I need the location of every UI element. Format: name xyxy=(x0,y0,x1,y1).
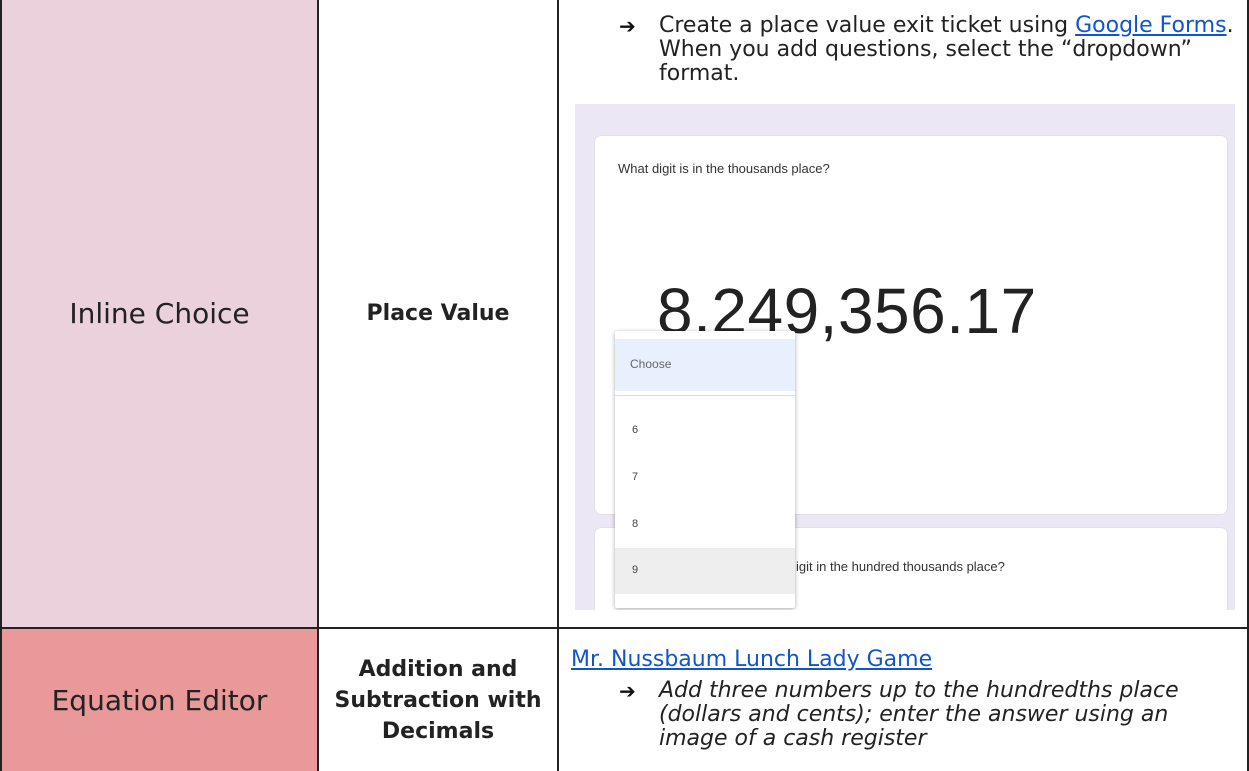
bullet-item: ➔ Create a place value exit ticket using… xyxy=(619,14,1239,86)
question-text-2: igit in the hundred thousands place? xyxy=(796,559,1005,574)
arrow-icon: ➔ xyxy=(619,14,636,38)
cell-description-equation-editor: Mr. Nussbaum Lunch Lady Game ➔ Add three… xyxy=(559,629,1249,771)
dropdown-option[interactable]: 7 xyxy=(615,455,795,501)
arrow-icon: ➔ xyxy=(619,679,636,703)
dropdown-option-highlighted[interactable]: 9 xyxy=(615,548,795,594)
topic-label: Addition and Subtraction with Decimals xyxy=(334,656,542,744)
dropdown-divider xyxy=(615,395,795,396)
bullet-text: Create a place value exit ticket using G… xyxy=(659,13,1234,86)
lunch-lady-game-link[interactable]: Mr. Nussbaum Lunch Lady Game xyxy=(571,647,932,672)
dropdown-menu[interactable]: Choose 6 7 8 9 xyxy=(615,331,795,608)
cell-type-inline-choice: Inline Choice xyxy=(0,0,319,629)
cell-topic-place-value: Place Value xyxy=(319,0,559,629)
bullet-text: Add three numbers up to the hundredths p… xyxy=(659,678,1179,751)
bullet-item: ➔ Add three numbers up to the hundredths… xyxy=(619,679,1239,751)
google-forms-link[interactable]: Google Forms xyxy=(1075,13,1226,38)
dropdown-option[interactable]: 8 xyxy=(615,502,795,548)
dropdown-placeholder-option[interactable]: Choose xyxy=(615,339,795,391)
type-label: Equation Editor xyxy=(51,683,268,717)
type-label: Inline Choice xyxy=(69,297,250,330)
activity-table: Inline Choice Place Value ➔ Create a pla… xyxy=(0,0,1249,771)
cell-type-equation-editor: Equation Editor xyxy=(0,629,319,771)
question-text: What digit is in the thousands place? xyxy=(618,161,830,176)
google-form-screenshot: What digit is in the thousands place? 8,… xyxy=(575,104,1235,610)
topic-label: Place Value xyxy=(366,301,510,326)
dropdown-option[interactable]: 6 xyxy=(615,408,795,454)
cell-description-inline-choice: ➔ Create a place value exit ticket using… xyxy=(559,0,1249,629)
cell-topic-addition-subtraction: Addition and Subtraction with Decimals xyxy=(319,629,559,771)
